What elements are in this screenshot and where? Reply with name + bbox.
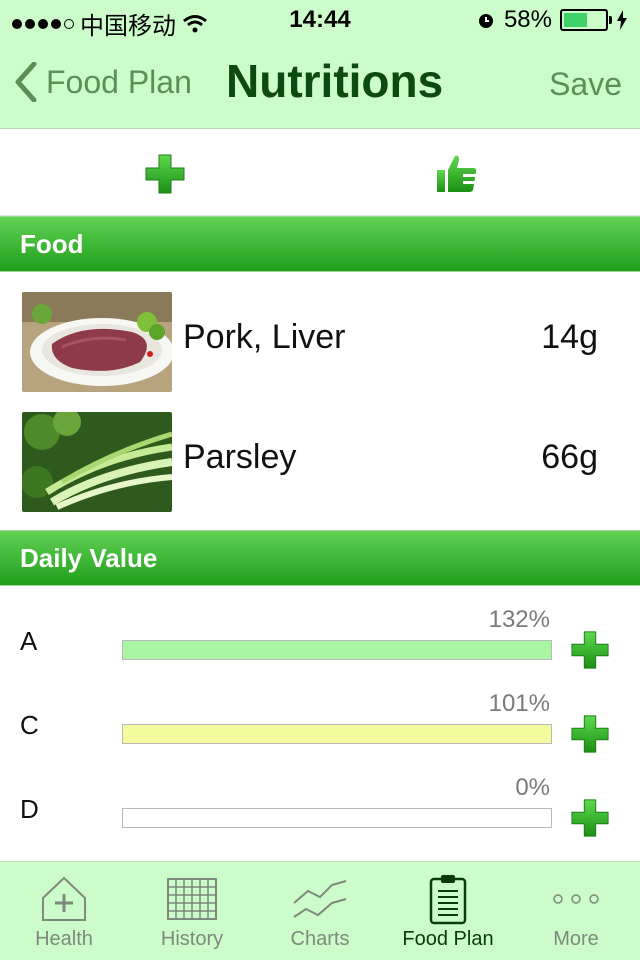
top-bar: 中国移动 14:44 58% Food Plan Nutritions Save [0, 0, 640, 129]
alarm-icon [478, 14, 493, 28]
add-nutrient-button[interactable] [570, 714, 610, 754]
chevron-left-icon [15, 62, 37, 102]
nutrient-label: D [20, 794, 39, 824]
food-name: Parsley [183, 438, 297, 476]
thumbs-up-icon [437, 155, 477, 192]
tab-history[interactable]: History [128, 862, 256, 960]
tab-label: Charts [290, 928, 350, 950]
tab-bar: Health History Charts Food Plan More [0, 861, 640, 960]
charts-icon [290, 872, 350, 926]
battery-percent: 58% [503, 6, 552, 33]
navigation-bar: Food Plan Nutritions Save [0, 40, 640, 128]
plus-icon [571, 799, 609, 837]
food-amount: 14g [541, 318, 598, 356]
health-icon [34, 872, 94, 926]
tab-label: Health [35, 928, 93, 950]
tab-charts[interactable]: Charts [256, 862, 384, 960]
progress-bar [122, 724, 552, 744]
food-amount: 66g [541, 438, 598, 476]
food-name: Pork, Liver [183, 318, 346, 356]
section-title: Food [20, 229, 84, 259]
section-title: Daily Value [20, 543, 158, 573]
pork-liver-photo [22, 292, 172, 392]
parsley-photo [22, 412, 172, 512]
add-food-button[interactable] [140, 149, 190, 199]
plus-icon [145, 154, 185, 194]
tab-label: Food Plan [402, 928, 494, 950]
status-bar: 中国移动 14:44 58% [0, 0, 640, 40]
charging-bolt-icon [617, 10, 627, 30]
progress-bar [122, 640, 552, 660]
daily-value-row: D 0% [0, 768, 640, 852]
back-label: Food Plan [46, 63, 192, 100]
nutrient-percent: 132% [488, 606, 550, 633]
nutrient-label: A [20, 626, 38, 656]
history-icon [162, 872, 222, 926]
status-right: 58% [476, 6, 628, 34]
nutrient-percent: 0% [515, 774, 550, 801]
food-item[interactable]: Pork, Liver 14g [0, 278, 640, 398]
add-nutrient-button[interactable] [570, 798, 610, 838]
tab-health[interactable]: Health [0, 862, 128, 960]
more-icon [546, 872, 606, 926]
battery-icon [560, 9, 612, 31]
food-item[interactable]: Parsley 66g [0, 398, 640, 518]
page-title: Nutritions [226, 55, 444, 107]
daily-value-section-header: Daily Value [0, 530, 640, 586]
daily-value-row: C 101% [0, 684, 640, 768]
back-button[interactable]: Food Plan [14, 62, 192, 102]
progress-bar [122, 808, 552, 828]
food-section-header: Food [0, 216, 640, 272]
nutrient-label: C [20, 710, 39, 740]
tab-food-plan[interactable]: Food Plan [384, 862, 512, 960]
add-nutrient-button[interactable] [570, 630, 610, 670]
plus-icon [571, 715, 609, 753]
recommend-button[interactable] [432, 149, 482, 199]
save-button[interactable]: Save [549, 66, 622, 103]
tab-label: History [160, 928, 224, 950]
tab-label: More [553, 928, 599, 950]
food-plan-icon [418, 872, 478, 926]
plus-icon [571, 631, 609, 669]
toolbar [0, 129, 640, 216]
daily-value-row: A 132% [0, 600, 640, 684]
nutrient-percent: 101% [488, 690, 550, 717]
tab-more[interactable]: More [512, 862, 640, 960]
